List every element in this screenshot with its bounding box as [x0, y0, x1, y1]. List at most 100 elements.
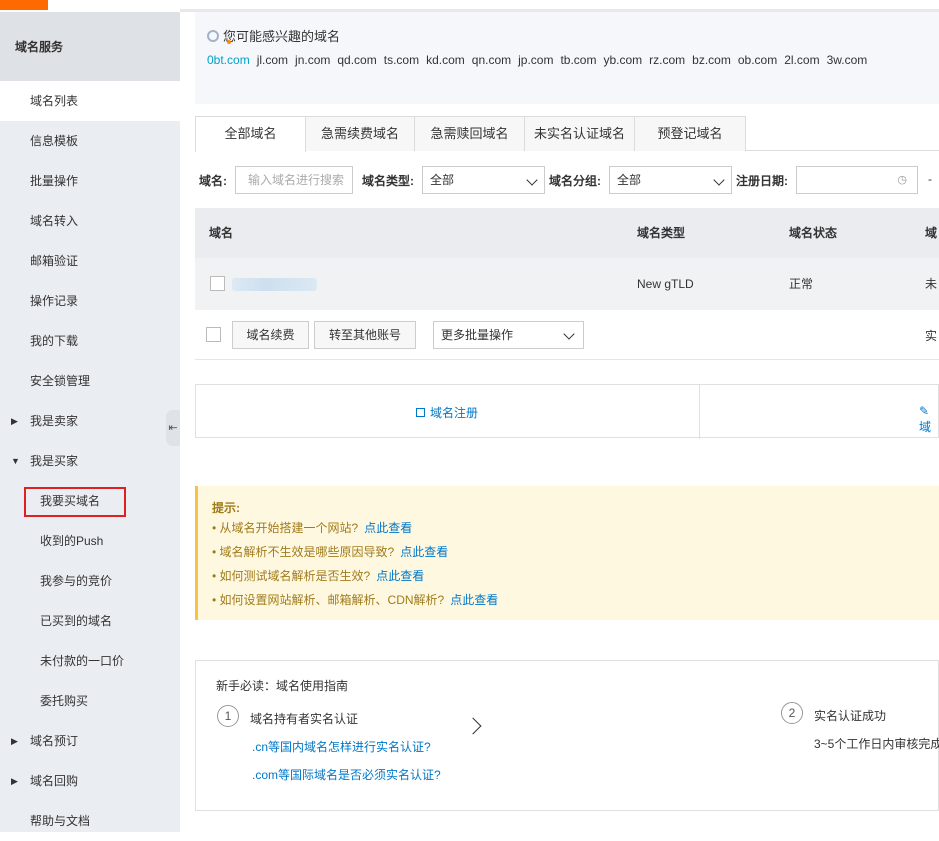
sidebar-title: 域名服务 — [0, 12, 180, 82]
sidebar-item-label: 我是卖家 — [30, 414, 79, 428]
batch-actions: 域名续费 转至其他账号 更多批量操作 — [195, 310, 939, 360]
sidebar-collapse-icon[interactable]: ⇤ — [166, 410, 180, 446]
tab-all-domains[interactable]: 全部域名 — [195, 116, 306, 152]
register-link[interactable]: 域名注册 — [416, 404, 478, 421]
group-select[interactable]: 全部 — [609, 166, 732, 194]
sidebar-item-downloads[interactable]: 我的下载 — [0, 321, 180, 361]
recommend-domain[interactable]: tb.com — [560, 53, 596, 67]
recommend-domain[interactable]: jn.com — [295, 53, 330, 67]
group-select-value: 全部 — [617, 173, 642, 187]
select-all-checkbox[interactable] — [206, 327, 221, 342]
sidebar-item-unpaid[interactable]: 未付款的一口价 — [0, 641, 180, 681]
tip-link[interactable]: 点此查看 — [450, 593, 498, 607]
caret-right-icon: ▶ — [11, 416, 18, 426]
domain-filter-label: 域名: — [199, 174, 227, 188]
chevron-down-icon — [563, 328, 575, 340]
edit-label: 域 — [919, 420, 932, 434]
recommend-domain[interactable]: ob.com — [738, 53, 777, 67]
date-range-dash: - — [928, 172, 932, 186]
col-status[interactable]: 域名状态 — [789, 208, 837, 258]
recommend-domain[interactable]: jl.com — [257, 53, 288, 67]
sidebar-item-buyback[interactable]: ▶ 域名回购 — [0, 761, 180, 801]
tip-link[interactable]: 点此查看 — [376, 569, 424, 583]
guide-link-cn[interactable]: .cn等国内域名怎样进行实名认证? — [252, 738, 431, 755]
tip-item: • 域名解析不生效是哪些原因导致? 点此查看 — [212, 543, 448, 560]
type-filter-label: 域名类型: — [362, 174, 414, 188]
tip-text: • 域名解析不生效是哪些原因导致? — [212, 545, 395, 559]
chevron-down-icon — [713, 174, 725, 186]
sidebar-item-label: 邮箱验证 — [30, 254, 79, 268]
recommend-domain[interactable]: jp.com — [518, 53, 553, 67]
table-header: 域名 域名类型 域名状态 域名 — [195, 208, 939, 290]
sidebar-item-batch-ops[interactable]: 批量操作 — [0, 161, 180, 201]
sidebar-item-label: 已买到的域名 — [40, 614, 113, 628]
recommend-title-text: 您可能感兴趣的域名 — [223, 29, 341, 44]
top-strip — [0, 0, 939, 12]
tab-redeem-urgent[interactable]: 急需赎回域名 — [414, 116, 525, 151]
recommend-domain[interactable]: qn.com — [472, 53, 511, 67]
sidebar-item-email-verify[interactable]: 邮箱验证 — [0, 241, 180, 281]
tab-unverified[interactable]: 未实名认证域名 — [524, 116, 635, 151]
sidebar-item-op-log[interactable]: 操作记录 — [0, 281, 180, 321]
register-label: 域名注册 — [430, 406, 479, 420]
sidebar-item-label: 我要买域名 — [40, 494, 101, 508]
tip-text: • 如何设置网站解析、邮箱解析、CDN解析? — [212, 593, 445, 607]
tab-preregistered[interactable]: 预登记域名 — [634, 116, 746, 151]
domain-search-input[interactable]: 输入域名进行搜索 — [235, 166, 353, 194]
sidebar-item-domain-list[interactable]: 域名列表 — [0, 81, 180, 121]
step-number: 2 — [781, 702, 803, 724]
step2-title: 实名认证成功 — [814, 709, 887, 723]
sidebar-item-label: 批量操作 — [30, 174, 79, 188]
step-number: 1 — [217, 705, 239, 727]
sidebar-item-label: 帮助与文档 — [30, 814, 91, 828]
tip-link[interactable]: 点此查看 — [400, 545, 448, 559]
sidebar-item-seller[interactable]: ▶ 我是卖家 — [0, 401, 180, 441]
step1-title: 域名持有者实名认证 — [250, 712, 359, 726]
type-select[interactable]: 全部 — [422, 166, 545, 194]
sidebar-item-label: 操作记录 — [30, 294, 79, 308]
recommend-domain[interactable]: bz.com — [692, 53, 731, 67]
brand-bar — [0, 0, 48, 10]
sidebar-item-entrusted[interactable]: 委托购买 — [0, 681, 180, 721]
more-batch-select[interactable]: 更多批量操作 — [433, 321, 584, 349]
guide-link-com[interactable]: .com等国际域名是否必须实名认证? — [252, 766, 441, 783]
sidebar-item-buyer[interactable]: ▼ 我是买家 — [0, 441, 180, 481]
row-domain-status: 正常 — [789, 277, 814, 291]
sidebar-item-bought-domains[interactable]: 已买到的域名 — [0, 601, 180, 641]
recommend-domain[interactable]: rz.com — [649, 53, 685, 67]
sidebar-item-info-template[interactable]: 信息模板 — [0, 121, 180, 161]
pencil-icon: ✎ — [919, 404, 930, 418]
row-checkbox[interactable] — [210, 276, 225, 291]
recommend-domain[interactable]: 0bt.com — [207, 53, 250, 67]
calendar-icon: ◷ — [897, 174, 907, 186]
quick-actions-panel: 域名注册 ✎域 — [195, 384, 939, 439]
recommend-domain[interactable]: ts.com — [384, 53, 419, 67]
recommend-domain[interactable]: 2l.com — [784, 53, 819, 67]
sidebar-item-transfer-in[interactable]: 域名转入 — [0, 201, 180, 241]
sidebar-item-help[interactable]: 帮助与文档 — [0, 801, 180, 841]
recommend-domain[interactable]: qd.com — [337, 53, 376, 67]
caret-down-icon: ▼ — [11, 456, 20, 466]
transfer-account-button[interactable]: 转至其他账号 — [314, 321, 416, 349]
tip-item: • 如何测试域名解析是否生效? 点此查看 — [212, 567, 424, 584]
edit-link[interactable]: ✎域 — [919, 404, 938, 435]
orange-dot-icon — [227, 40, 231, 44]
sidebar-item-buy-domain[interactable]: 我要买域名 — [0, 481, 180, 521]
recommend-domain[interactable]: yb.com — [603, 53, 642, 67]
recommend-domain[interactable]: kd.com — [426, 53, 465, 67]
renew-button[interactable]: 域名续费 — [232, 321, 309, 349]
sidebar-item-received-push[interactable]: 收到的Push — [0, 521, 180, 561]
sidebar-item-my-bids[interactable]: 我参与的竞价 — [0, 561, 180, 601]
sidebar-item-preorder[interactable]: ▶ 域名预订 — [0, 721, 180, 761]
row-domain-type: New gTLD — [637, 277, 694, 291]
blurred-domain-name[interactable] — [232, 278, 317, 291]
sidebar-item-label: 我的下载 — [30, 334, 79, 348]
recommend-domain[interactable]: 3w.com — [827, 53, 868, 67]
sidebar-item-security-lock[interactable]: 安全锁管理 — [0, 361, 180, 401]
col-domain: 域名 — [209, 226, 234, 240]
tab-renew-urgent[interactable]: 急需续费域名 — [305, 116, 415, 151]
guide-title: 新手必读：域名使用指南 — [216, 679, 349, 693]
col-type[interactable]: 域名类型 — [637, 208, 685, 258]
tip-link[interactable]: 点此查看 — [364, 521, 412, 535]
date-start-input[interactable]: ◷ — [796, 166, 918, 194]
